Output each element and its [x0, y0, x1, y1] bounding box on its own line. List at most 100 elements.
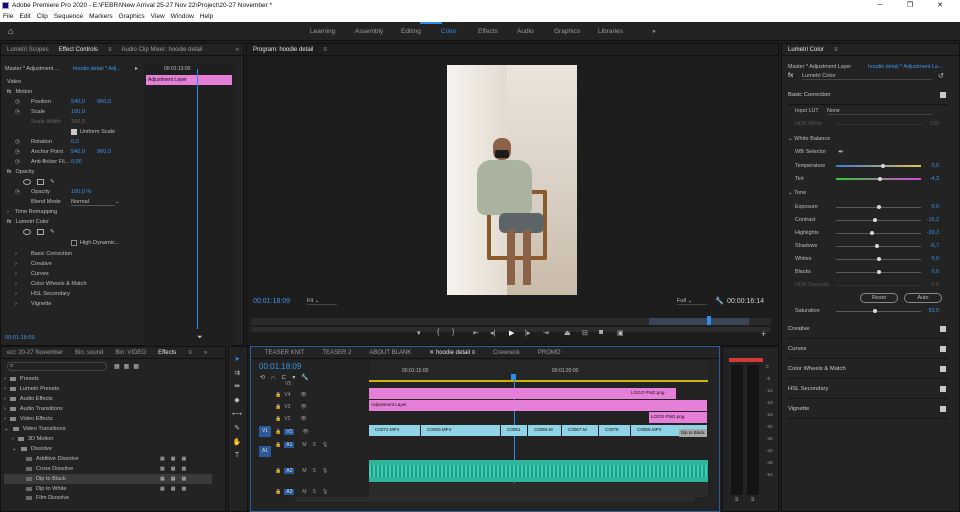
stopwatch-icon[interactable]: ◷ — [15, 109, 31, 115]
filter-icon[interactable]: ⏷ — [197, 334, 203, 342]
basic-correction-checkbox[interactable] — [940, 92, 946, 98]
workspace-graphics[interactable]: Graphics — [554, 28, 580, 35]
track-v3[interactable]: 🔒 V3 👁 — [275, 401, 307, 413]
mute-button[interactable]: M — [302, 442, 306, 448]
clip-v1[interactable]: C0051 — [501, 425, 528, 436]
effects-search-input[interactable]: ⌕ — [7, 362, 107, 371]
master-clip-label[interactable]: Master * Adjustment ... — [5, 66, 59, 72]
selection-tool-icon[interactable]: ➤ — [232, 355, 242, 365]
menu-sequence[interactable]: Sequence — [54, 13, 83, 20]
eyedropper-icon[interactable]: ✒ — [838, 148, 844, 156]
rectangle-mask-icon[interactable] — [37, 179, 44, 186]
ec-lumetri-item[interactable]: › Creative — [15, 259, 52, 270]
mute-button[interactable]: M — [302, 489, 306, 495]
effect-item[interactable]: Cross Dissolve ▦▦▦ — [22, 464, 186, 474]
timeline-ruler[interactable]: 00:01:15:00 00:01:20:00 — [369, 360, 708, 382]
mic-icon[interactable]: 🎙 — [322, 442, 328, 448]
wrench-icon[interactable]: 🔧 — [715, 297, 724, 305]
effect-item[interactable]: Additive Dissolve ▦▦▦ — [22, 454, 186, 464]
workspace-color[interactable]: Color — [441, 28, 457, 35]
lumetri-effect-select[interactable]: Lumetri Color — [802, 73, 932, 80]
mark-in-button[interactable]: { — [437, 329, 439, 336]
lock-icon[interactable]: 🔒 — [275, 404, 281, 410]
ellipse-mask-icon[interactable] — [23, 229, 31, 236]
ec-opacity-section[interactable]: fx Opacity — [7, 167, 34, 178]
rectangle-mask-icon[interactable] — [37, 229, 44, 236]
creative-checkbox[interactable] — [940, 326, 946, 332]
clip-v1[interactable]: C0072.MP4 — [369, 425, 421, 436]
clip-adjustment-layer[interactable]: Adjustment Layer — [369, 400, 708, 411]
lumetri-section-hsl[interactable]: HSL Secondary — [788, 380, 948, 399]
ec-motion-row[interactable]: fx Motion — [7, 87, 32, 98]
clip-logo-png-2[interactable]: LOGO PNG.png — [649, 412, 708, 423]
lift-button[interactable]: ⏏ — [564, 329, 571, 337]
type-tool-icon[interactable]: T — [232, 452, 242, 462]
saturation-slider[interactable] — [836, 310, 921, 312]
hand-tool-icon[interactable]: ✋ — [232, 438, 242, 448]
menu-window[interactable]: Window — [171, 13, 194, 20]
workspace-learning[interactable]: Learning — [310, 28, 335, 35]
solo-right-button[interactable]: S — [751, 497, 754, 503]
white-balance-header[interactable]: ⌄ White Balance — [788, 136, 830, 142]
tab-bin-sound[interactable]: Bin: sound — [75, 350, 103, 356]
program-playhead[interactable] — [707, 316, 711, 325]
stopwatch-icon[interactable]: ◷ — [15, 149, 31, 155]
accelerated-filter-icons[interactable]: ▦▦▦ — [114, 363, 143, 370]
menu-clip[interactable]: Clip — [37, 13, 48, 20]
slip-tool-icon[interactable]: ⟷ — [232, 410, 242, 420]
ec-lumetri-item[interactable]: › Curves — [15, 269, 49, 280]
lumetri-section-creative[interactable]: Creative — [788, 320, 948, 339]
solo-button[interactable]: S — [313, 442, 316, 448]
stopwatch-icon[interactable]: ◷ — [15, 139, 31, 145]
lock-icon[interactable]: 🔒 — [275, 489, 281, 495]
lumetri-section-wheels[interactable]: Color Wheels & Match — [788, 360, 948, 379]
ellipse-mask-icon[interactable] — [23, 179, 31, 186]
effects-folder[interactable]: › Presets — [4, 374, 39, 384]
highlights-slider[interactable] — [836, 232, 921, 234]
maximize-button[interactable]: ❐ — [895, 0, 925, 11]
effects-folder[interactable]: › 3D Motion — [12, 434, 53, 444]
panel-menu-icon[interactable]: ≡ — [834, 47, 838, 53]
lumetri-clip[interactable]: hoodie detail * Adjustment La... — [868, 64, 942, 70]
stopwatch-icon[interactable]: ◷ — [15, 159, 31, 165]
clip-v1[interactable]: C0067.M — [562, 425, 599, 436]
minimize-button[interactable]: ─ — [865, 0, 895, 11]
blacks-knob[interactable] — [876, 270, 881, 274]
tab-sequence[interactable]: ABOUT BLANK — [369, 350, 411, 356]
solo-button[interactable]: S — [313, 489, 316, 495]
panel-menu-icon[interactable]: ≡ — [108, 47, 112, 53]
exposure-knob[interactable] — [876, 205, 881, 209]
tab-effects[interactable]: Effects — [158, 350, 176, 356]
expand-panels-icon[interactable]: » — [236, 47, 239, 53]
tab-bin-video[interactable]: Bin: VIDEO — [115, 350, 146, 356]
timeline-timecode[interactable]: 00:01:18:09 — [259, 362, 301, 371]
workspace-more-button[interactable]: » — [652, 28, 656, 35]
shadows-knob[interactable] — [874, 244, 879, 248]
ec-lumetri-item[interactable]: › Color Wheels & Match — [15, 279, 87, 290]
home-icon[interactable]: ⌂ — [8, 26, 13, 36]
chevron-down-icon[interactable]: ⌄ — [115, 199, 120, 205]
expand-panels-icon[interactable]: » — [204, 350, 207, 356]
ec-lumetri-item[interactable]: › Basic Correction — [15, 249, 72, 260]
stopwatch-icon[interactable]: ◷ — [15, 189, 31, 195]
menu-graphics[interactable]: Graphics — [119, 13, 145, 20]
workspace-editing[interactable]: Editing — [401, 28, 421, 35]
track-v4[interactable]: 🔒 V4 👁 — [275, 389, 307, 401]
effects-folder[interactable]: › Video Effects — [4, 414, 53, 424]
ec-adjustment-clip-bar[interactable]: Adjustment Layer — [146, 75, 232, 85]
lock-icon[interactable]: 🔒 — [275, 392, 281, 398]
clip-v1[interactable]: C0078 — [599, 425, 631, 436]
add-marker-button[interactable]: ▾ — [417, 329, 421, 337]
lock-icon[interactable]: 🔒 — [275, 468, 281, 474]
position-x-value[interactable]: 540,0 — [71, 99, 97, 105]
step-forward-button[interactable]: |▸ — [525, 329, 530, 337]
menu-view[interactable]: View — [151, 13, 165, 20]
comparison-view-button[interactable]: ▣ — [617, 329, 624, 337]
tone-header[interactable]: ⌄ Tone — [788, 190, 806, 196]
tab-sequence[interactable]: Crewneck — [493, 350, 520, 356]
effects-folder[interactable]: ⌄ Video Transitions — [4, 424, 66, 434]
button-editor-plus-icon[interactable]: + — [761, 329, 766, 339]
tab-sequence[interactable]: PROMO — [538, 350, 561, 356]
panel-menu-icon[interactable]: ≡ — [188, 350, 192, 356]
contrast-slider[interactable] — [836, 219, 921, 221]
